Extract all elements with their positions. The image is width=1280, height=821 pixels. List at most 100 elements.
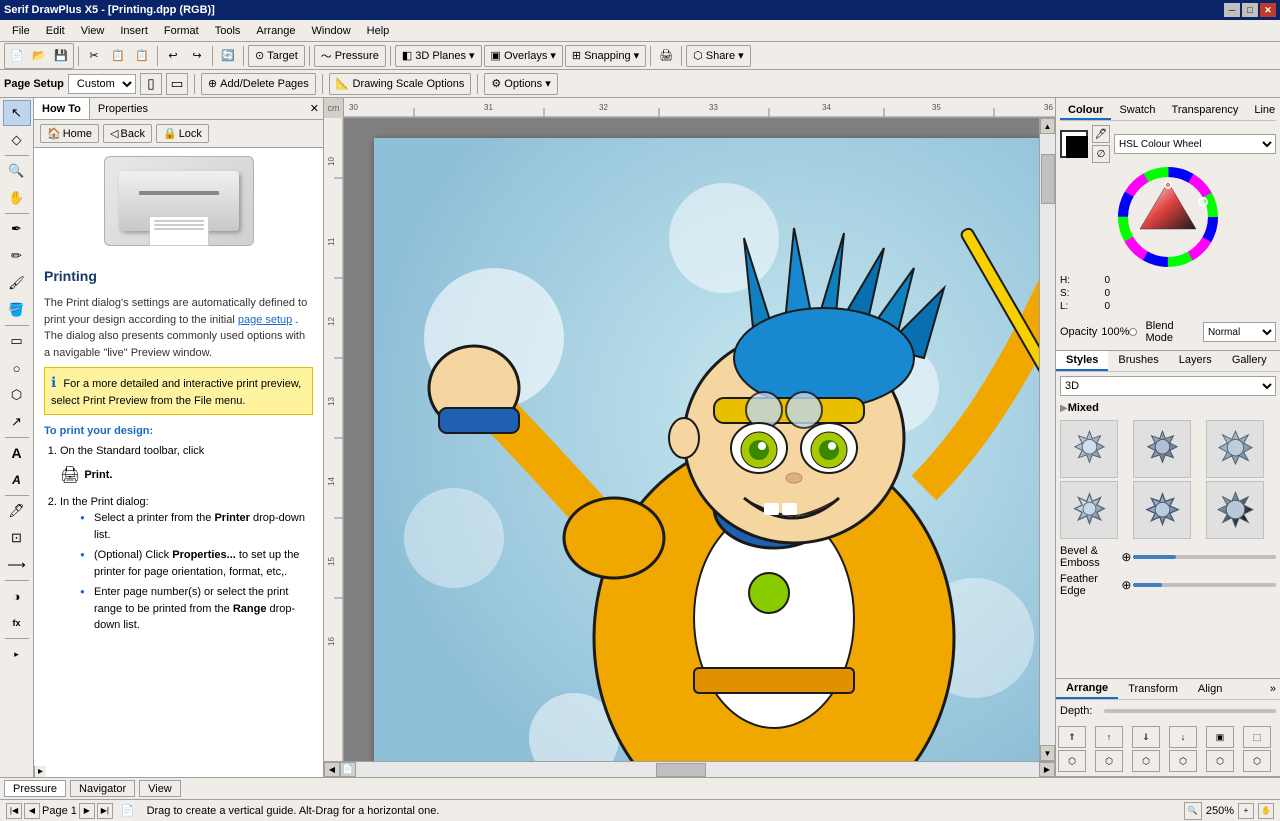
overlays-button[interactable]: ▣ Overlays▾ — [484, 45, 563, 67]
hand-tool-button[interactable]: ✋ — [1258, 803, 1274, 819]
next-page-button[interactable]: ▶ — [79, 803, 95, 819]
menu-insert[interactable]: Insert — [112, 23, 156, 39]
tab-navigator-bottom[interactable]: Navigator — [70, 780, 135, 797]
eyedropper-tool[interactable]: 🖊 — [3, 498, 31, 524]
zoom-in-button[interactable]: + — [1238, 803, 1254, 819]
paintbrush-tool[interactable]: 🖌 — [3, 270, 31, 296]
colour-wheel-type-select[interactable]: HSL Colour Wheel — [1114, 134, 1276, 154]
portrait-button[interactable]: ▯ — [140, 73, 162, 95]
menu-tools[interactable]: Tools — [207, 23, 249, 39]
arrow-tool[interactable]: ↗ — [3, 409, 31, 435]
align-bottom-button[interactable]: ⬡ — [1243, 750, 1271, 772]
scroll-right-arrow[interactable]: ▶ — [1039, 762, 1055, 777]
depth-slider[interactable] — [1104, 709, 1276, 713]
help-home-button[interactable]: 🏠 Home — [40, 124, 99, 143]
rect-tool[interactable]: ▭ — [3, 328, 31, 354]
last-page-button[interactable]: ▶| — [97, 803, 113, 819]
crop-tool[interactable]: ⊡ — [3, 525, 31, 551]
arrange-ungroup-button[interactable]: ⬚ — [1243, 726, 1271, 748]
connect-tool[interactable]: ⟶ — [3, 552, 31, 578]
depth-slider-track[interactable] — [1104, 704, 1276, 718]
copy-button[interactable]: 📋 — [107, 45, 129, 67]
tab-brushes[interactable]: Brushes — [1108, 351, 1168, 371]
style-item-5[interactable] — [1133, 481, 1191, 539]
text-tool[interactable]: A — [3, 440, 31, 466]
rotate-button[interactable]: 🔄 — [217, 45, 239, 67]
tab-swatch[interactable]: Swatch — [1111, 102, 1163, 120]
menu-arrange[interactable]: Arrange — [248, 23, 303, 39]
colour-wheel-svg[interactable] — [1118, 167, 1218, 267]
style-item-2[interactable] — [1133, 420, 1191, 478]
page-setup-link[interactable]: page setup — [238, 314, 292, 326]
colour-none-button[interactable]: ∅ — [1092, 145, 1110, 163]
align-center-h-button[interactable]: ⬡ — [1095, 750, 1123, 772]
colour-picker-button[interactable]: 🖊 — [1092, 125, 1110, 143]
maximize-button[interactable]: □ — [1242, 3, 1258, 17]
close-button[interactable]: ✕ — [1260, 3, 1276, 17]
scroll-up-arrow[interactable]: ▲ — [1040, 118, 1055, 134]
scroll-down-arrow[interactable]: ▼ — [1040, 745, 1055, 761]
polygon-tool[interactable]: ⬡ — [3, 382, 31, 408]
style-item-3[interactable] — [1206, 420, 1264, 478]
menu-view[interactable]: View — [73, 23, 113, 39]
menu-format[interactable]: Format — [156, 23, 207, 39]
menu-file[interactable]: File — [4, 23, 38, 39]
canvas-scrollbar-vertical[interactable]: ▲ ▼ — [1039, 118, 1055, 761]
add-delete-pages-button[interactable]: ⊕ Add/Delete Pages — [201, 73, 316, 95]
menu-edit[interactable]: Edit — [38, 23, 73, 39]
undo-button[interactable]: ↩ — [162, 45, 184, 67]
redo-button[interactable]: ↪ — [186, 45, 208, 67]
arrange-group-button[interactable]: ▣ — [1206, 726, 1234, 748]
arrange-forward-button[interactable]: ↑ — [1095, 726, 1123, 748]
tab-align[interactable]: Align — [1188, 680, 1232, 698]
tab-colour[interactable]: Colour — [1060, 102, 1111, 120]
menu-window[interactable]: Window — [304, 23, 359, 39]
minimize-button[interactable]: ─ — [1224, 3, 1240, 17]
zoom-tool[interactable]: 🔍 — [3, 158, 31, 184]
ellipse-tool[interactable]: ○ — [3, 355, 31, 381]
scroll-thumb-horizontal[interactable] — [656, 763, 706, 777]
first-page-button[interactable]: |◀ — [6, 803, 22, 819]
tab-line[interactable]: Line — [1246, 102, 1280, 120]
landscape-button[interactable]: ▭ — [166, 73, 188, 95]
tab-properties[interactable]: Properties — [90, 98, 156, 119]
pan-tool[interactable]: ✋ — [3, 185, 31, 211]
prev-page-button[interactable]: ◀ — [24, 803, 40, 819]
help-panel-close[interactable]: ✕ — [306, 100, 323, 117]
blend-mode-select[interactable]: Normal — [1203, 322, 1276, 342]
open-button[interactable]: 📂 — [28, 45, 50, 67]
tab-gallery[interactable]: Gallery — [1222, 351, 1277, 371]
page-setup-select[interactable]: Custom — [68, 74, 136, 94]
opacity-slider-thumb[interactable] — [1129, 328, 1137, 336]
bevel-slider-track[interactable] — [1133, 550, 1276, 564]
colour-swatch-outer[interactable] — [1060, 130, 1088, 158]
help-back-button[interactable]: ◁ Back — [103, 124, 152, 143]
canvas-content[interactable] — [344, 118, 1039, 761]
fx-tool[interactable]: fx — [3, 610, 31, 636]
align-left-button[interactable]: ⬡ — [1058, 750, 1086, 772]
align-right-button[interactable]: ⬡ — [1132, 750, 1160, 772]
pencil-tool[interactable]: ✏ — [3, 243, 31, 269]
style-item-6[interactable] — [1206, 481, 1264, 539]
options-button[interactable]: ⚙ Options▾ — [484, 73, 557, 95]
tab-styles[interactable]: Styles — [1056, 351, 1108, 371]
tab-transform[interactable]: Transform — [1118, 680, 1188, 698]
arrange-backward-button[interactable]: ↓ — [1169, 726, 1197, 748]
arrange-front-button[interactable]: ⇑ — [1058, 726, 1086, 748]
window-controls[interactable]: ─ □ ✕ — [1224, 3, 1276, 17]
align-center-v-button[interactable]: ⬡ — [1206, 750, 1234, 772]
canvas-scrollbar-horizontal[interactable]: ◀ 📄 ▶ — [324, 761, 1055, 777]
zoom-out-icon[interactable]: 🔍 — [1184, 802, 1202, 820]
tab-how-to[interactable]: How To — [34, 98, 90, 119]
help-expand-button[interactable]: ▸ — [34, 766, 46, 777]
opacity-tool[interactable]: ◑ — [3, 583, 31, 609]
pressure-button[interactable]: 〜 Pressure — [314, 45, 386, 67]
tab-pressure-bottom[interactable]: Pressure — [4, 780, 66, 797]
share-button[interactable]: ⬡ Share▾ — [686, 45, 751, 67]
drawing-scale-button[interactable]: 📐 Drawing Scale Options — [329, 73, 472, 95]
expand-arrow-icon[interactable]: ▶ — [1060, 403, 1068, 414]
paste-button[interactable]: 📋 — [131, 45, 153, 67]
feather-slider-track[interactable] — [1133, 578, 1276, 592]
print-button[interactable]: 🖨 — [655, 45, 677, 67]
scroll-thumb-vertical[interactable] — [1041, 154, 1055, 204]
